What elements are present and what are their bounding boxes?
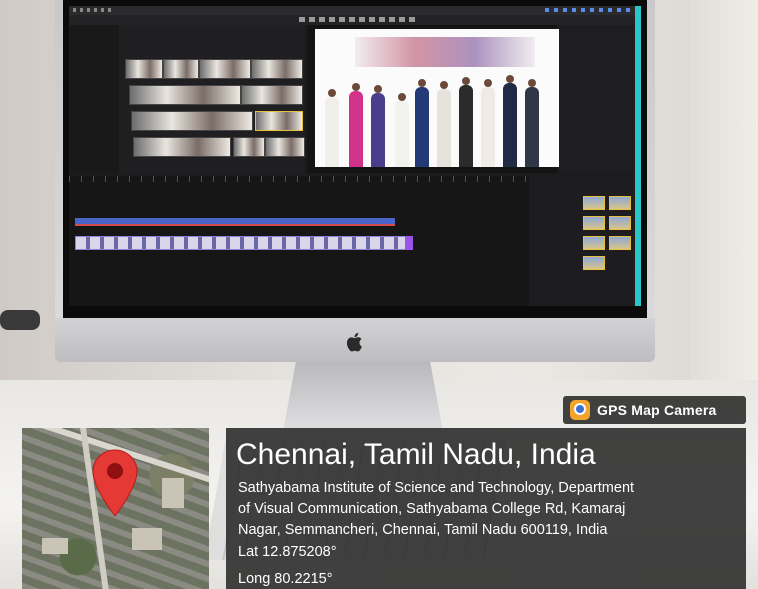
clip-thumbnail <box>255 111 303 131</box>
video-frame <box>315 29 559 167</box>
effect-thumbnail <box>583 236 605 250</box>
map-building <box>162 478 184 508</box>
person <box>525 79 539 167</box>
library-sidebar <box>69 25 119 173</box>
effect-thumbnail <box>583 196 605 210</box>
imac-monitor <box>55 0 655 362</box>
effect-thumbnail <box>609 236 631 250</box>
address-line: Nagar, Semmancheri, Chennai, Tamil Nadu … <box>238 522 608 538</box>
apple-logo-icon <box>344 331 366 353</box>
effect-thumbnail <box>609 196 631 210</box>
location-info-panel: Chennai, Tamil Nadu, India Sathyabama In… <box>226 428 746 589</box>
menu-items <box>73 8 113 12</box>
effect-thumbnail <box>583 216 605 230</box>
effect-thumbnail <box>609 216 631 230</box>
clip-thumbnail <box>241 85 303 105</box>
app-name: GPS Map Camera <box>597 402 717 418</box>
background-shelf <box>690 0 758 400</box>
effects-browser <box>529 176 641 306</box>
inspector-panel <box>559 25 641 173</box>
monitor-stand <box>283 362 443 432</box>
project-title <box>299 17 419 22</box>
map-building <box>132 528 162 550</box>
location-title: Chennai, Tamil Nadu, India <box>236 438 596 471</box>
satellite-map <box>22 428 209 589</box>
clip-thumbnail <box>265 137 305 157</box>
media-browser <box>69 25 305 173</box>
viewer-panel <box>307 25 559 173</box>
clip-thumbnail <box>233 137 265 157</box>
address: Sathyabama Institute of Science and Tech… <box>238 478 738 541</box>
marker-track <box>75 224 395 226</box>
effect-thumbnail <box>583 256 605 270</box>
timeline-panel <box>69 176 529 306</box>
person <box>481 79 495 167</box>
latitude: Lat 12.875208° <box>238 544 337 560</box>
track-end-clip <box>405 236 413 250</box>
person <box>503 75 517 167</box>
clip-thumbnail <box>129 85 241 105</box>
menu-bar <box>69 6 641 15</box>
gps-map-camera-icon <box>570 400 590 420</box>
longitude: Long 80.2215° <box>238 571 333 587</box>
gps-app-badge: GPS Map Camera <box>563 396 746 424</box>
cable <box>0 310 40 330</box>
map-pin-icon <box>92 449 138 517</box>
person <box>415 79 429 167</box>
clip-thumbnail <box>199 59 251 79</box>
monitor-bezel <box>63 0 647 318</box>
video-track <box>75 236 407 250</box>
person <box>459 77 473 167</box>
timeline-ruler <box>69 176 529 182</box>
screen-edge-highlight <box>635 6 641 306</box>
video-editor-screen <box>69 6 641 306</box>
map-building <box>42 538 68 554</box>
clip-thumbnail <box>125 59 163 79</box>
status-icons <box>545 8 635 12</box>
address-line: Sathyabama Institute of Science and Tech… <box>238 480 635 496</box>
person <box>395 93 409 167</box>
clip-thumbnail <box>163 59 199 79</box>
person <box>325 89 339 167</box>
address-line: of Visual Communication, Sathyabama Coll… <box>238 501 626 517</box>
clip-thumbnail <box>251 59 303 79</box>
person <box>437 81 451 167</box>
person <box>349 83 363 167</box>
person <box>371 85 385 167</box>
event-banner <box>355 37 535 67</box>
clip-thumbnail <box>131 111 253 131</box>
clip-thumbnail <box>133 137 231 157</box>
editor-toolbar <box>69 15 641 25</box>
